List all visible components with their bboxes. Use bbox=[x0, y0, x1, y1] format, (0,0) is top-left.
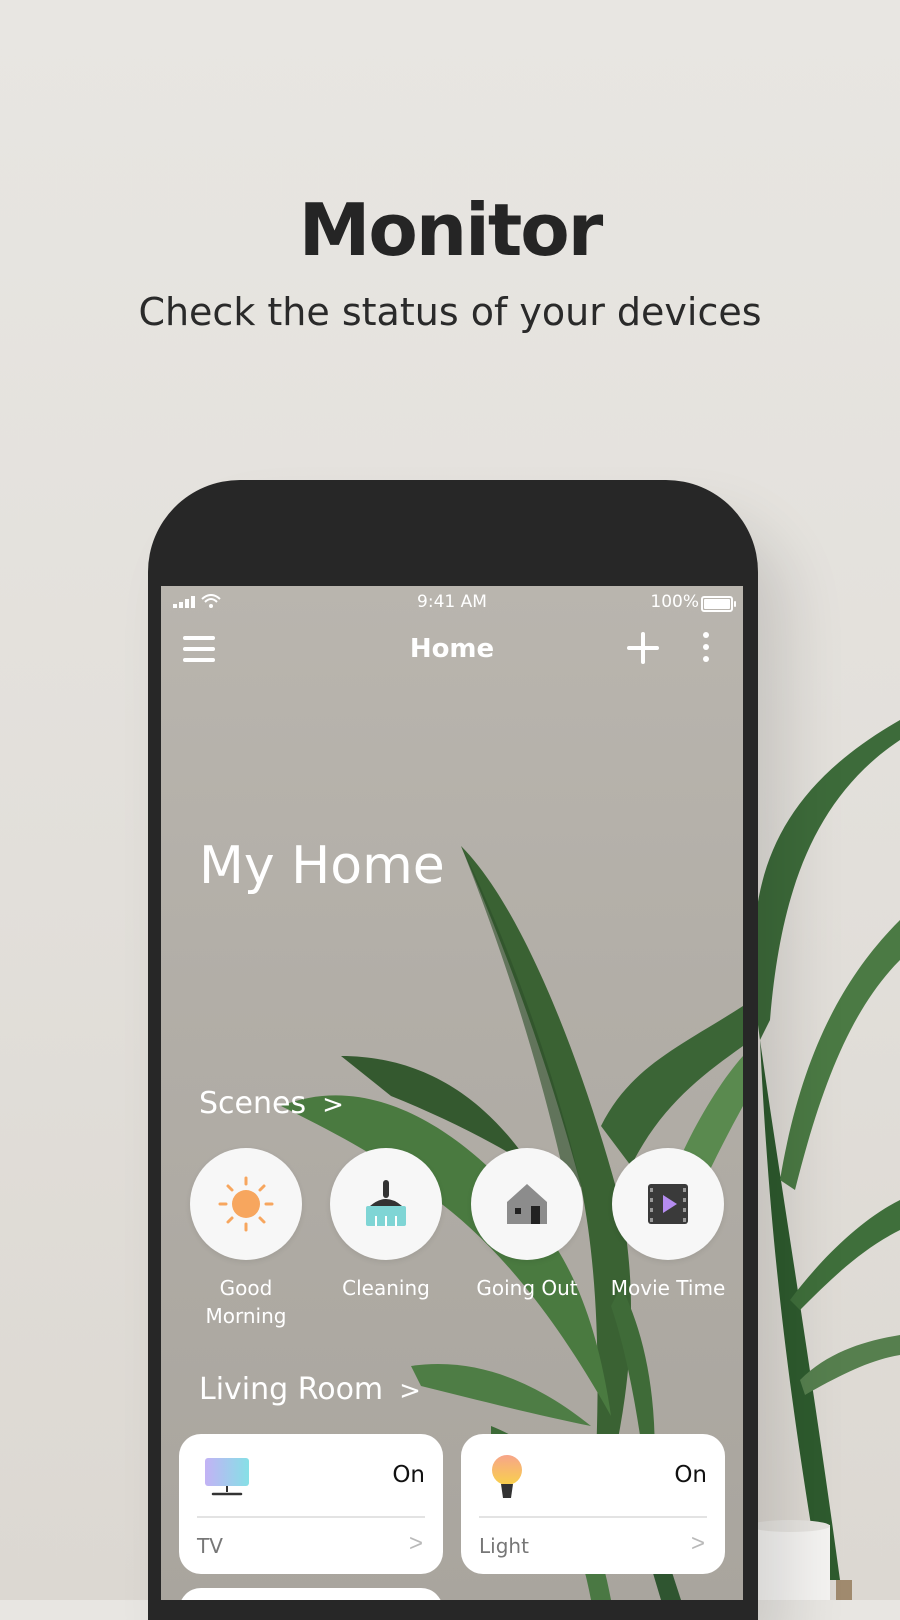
hero-subtitle: Check the status of your devices bbox=[138, 290, 762, 334]
device-card-light[interactable]: On Light > bbox=[461, 1434, 725, 1574]
living-room-header[interactable]: Living Room > bbox=[199, 1372, 421, 1407]
living-room-title: Living Room bbox=[199, 1372, 384, 1407]
device-status: On bbox=[674, 1462, 707, 1488]
scene-label: Cleaning bbox=[342, 1276, 430, 1300]
status-bar: 9:41 AM 100% bbox=[161, 586, 743, 618]
scenes-header[interactable]: Scenes > bbox=[199, 1086, 344, 1121]
home-title: My Home bbox=[199, 836, 445, 896]
scene-label: Movie Time bbox=[610, 1276, 726, 1300]
chevron-right-icon: > bbox=[690, 1530, 705, 1557]
hero-title: Monitor bbox=[298, 188, 603, 272]
phone-screen: 9:41 AM 100% Home My Home Scenes > Good M… bbox=[161, 586, 743, 1600]
scene-button[interactable] bbox=[471, 1148, 583, 1260]
device-card-partial[interactable] bbox=[179, 1588, 443, 1600]
film-play-icon bbox=[648, 1184, 688, 1224]
scene-button[interactable] bbox=[330, 1148, 442, 1260]
scene-button[interactable] bbox=[190, 1148, 302, 1260]
scene-button[interactable] bbox=[612, 1148, 724, 1260]
chevron-right-icon: > bbox=[399, 1376, 421, 1406]
chevron-right-icon: > bbox=[322, 1090, 344, 1120]
brush-icon bbox=[366, 1180, 406, 1226]
add-icon[interactable] bbox=[627, 632, 659, 664]
scenes-title: Scenes bbox=[199, 1086, 307, 1121]
chevron-right-icon: > bbox=[408, 1530, 423, 1557]
device-name: Light bbox=[479, 1534, 529, 1558]
app-header: Home bbox=[161, 626, 743, 676]
scene-movie-time[interactable]: Movie Time bbox=[603, 1148, 733, 1302]
scene-label: Going Out bbox=[476, 1276, 578, 1300]
device-name: TV bbox=[197, 1534, 223, 1558]
device-status: On bbox=[392, 1462, 425, 1488]
scene-good-morning[interactable]: Good Morning bbox=[181, 1148, 311, 1330]
more-icon[interactable] bbox=[701, 632, 711, 664]
battery-icon bbox=[701, 596, 736, 612]
scene-label: Good Morning bbox=[205, 1276, 287, 1328]
scene-going-out[interactable]: Going Out bbox=[462, 1148, 592, 1302]
sun-icon bbox=[218, 1176, 274, 1232]
divider bbox=[197, 1516, 425, 1518]
house-icon bbox=[507, 1184, 547, 1224]
device-card-tv[interactable]: On TV > bbox=[179, 1434, 443, 1574]
divider bbox=[479, 1516, 707, 1518]
tv-icon bbox=[205, 1458, 249, 1496]
bulb-icon bbox=[492, 1455, 522, 1498]
scene-cleaning[interactable]: Cleaning bbox=[321, 1148, 451, 1302]
battery-percent: 100% bbox=[650, 592, 699, 612]
